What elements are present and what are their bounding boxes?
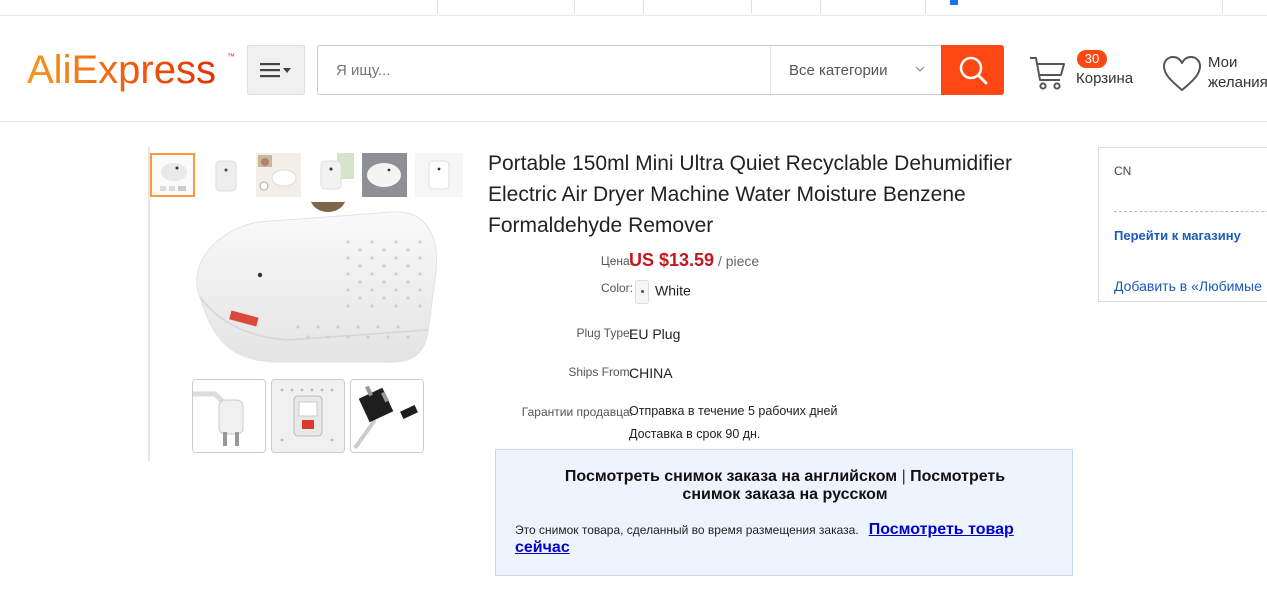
- plug-label: Plug Type:: [576, 326, 633, 340]
- go-to-store-link[interactable]: Перейти к магазину: [1114, 228, 1241, 243]
- trademark-mark: ™: [227, 52, 235, 61]
- cart-button[interactable]: 30 Корзина: [1028, 50, 1148, 100]
- ships-from-label: Ships From:: [568, 365, 633, 379]
- aliexpress-logo[interactable]: AliExpress ™: [27, 45, 237, 97]
- logo-text: AliExpress: [27, 48, 216, 92]
- snapshot-separator: |: [901, 468, 906, 485]
- store-divider: [1114, 211, 1267, 212]
- cart-icon: [1030, 57, 1065, 90]
- top-utility-bar: [0, 0, 1267, 16]
- store-country: CN: [1114, 164, 1132, 178]
- cart-label: Корзина: [1076, 70, 1134, 87]
- guarantee-label: Гарантии продавца:: [521, 405, 633, 419]
- topbar-divider: [643, 0, 644, 14]
- heart-icon: [1163, 56, 1201, 91]
- color-swatch[interactable]: [635, 280, 649, 304]
- categories-menu-button[interactable]: [247, 45, 305, 95]
- search-button[interactable]: [941, 45, 1004, 95]
- topbar-divider: [437, 0, 438, 14]
- gallery-detail-image[interactable]: [350, 379, 424, 453]
- product-info: Portable 150ml Mini Ultra Quiet Recyclab…: [488, 148, 1088, 441]
- color-label: Color:: [600, 281, 633, 295]
- cart-count-badge: 30: [1077, 50, 1107, 68]
- hamburger-menu-icon: [260, 63, 291, 78]
- site-header: AliExpress ™ Все категории: [0, 17, 1267, 122]
- order-snapshot-panel: Посмотреть снимок заказа на английском |…: [495, 449, 1073, 576]
- price-value: US $13.59: [629, 250, 715, 270]
- gallery-thumb[interactable]: [309, 153, 354, 197]
- search-bar: Все категории: [317, 45, 1004, 95]
- category-select[interactable]: Все категории: [770, 46, 942, 94]
- search-input[interactable]: [318, 46, 768, 94]
- topbar-divider: [820, 0, 821, 14]
- product-title: Portable 150ml Mini Ultra Quiet Recyclab…: [488, 152, 1013, 237]
- plug-value: EU Plug: [629, 326, 681, 342]
- wishlist-button[interactable]: Мои желания: [1162, 53, 1267, 103]
- category-select-label: Все категории: [789, 61, 888, 79]
- wishlist-label-line2: желания: [1208, 74, 1267, 91]
- gallery-thumb[interactable]: [415, 153, 463, 197]
- price-unit: / piece: [717, 253, 760, 269]
- wishlist-label: Мои желания: [1208, 53, 1267, 93]
- guarantee-line-2: Доставка в срок 90 дн.: [629, 427, 761, 441]
- search-icon: [959, 56, 987, 85]
- snapshot-english-link[interactable]: Посмотреть снимок заказа на английском: [565, 468, 897, 485]
- snapshot-note-text: Это снимок товара, сделанный во время ра…: [515, 523, 859, 537]
- snapshot-links: Посмотреть снимок заказа на английском |…: [496, 468, 1074, 504]
- gallery-thumb[interactable]: [203, 153, 248, 197]
- ships-from-value: CHINA: [629, 365, 673, 381]
- gallery-thumb[interactable]: [256, 153, 301, 197]
- gallery-thumb[interactable]: [150, 153, 195, 197]
- color-value: White: [655, 282, 691, 299]
- price-value-group: US $13.59 / piece: [629, 250, 759, 271]
- wishlist-label-line1: Мои: [1208, 54, 1238, 71]
- gallery-detail-image[interactable]: [271, 379, 345, 453]
- snapshot-note: Это снимок товара, сделанный во время ра…: [515, 521, 1060, 557]
- product-main-image[interactable]: [178, 202, 448, 372]
- gallery-detail-image[interactable]: [192, 379, 266, 453]
- chevron-down-icon: [915, 66, 925, 72]
- topbar-divider: [925, 0, 926, 14]
- product-gallery: [148, 147, 463, 461]
- color-option[interactable]: White: [635, 280, 691, 304]
- gallery-thumb[interactable]: [362, 153, 407, 197]
- store-card: CN Перейти к магазину Добавить в «Любимы…: [1098, 147, 1267, 302]
- flag-icon[interactable]: [950, 0, 958, 5]
- topbar-divider: [751, 0, 752, 14]
- guarantee-line-1: Отправка в течение 5 рабочих дней: [629, 404, 838, 418]
- add-to-favorites-link[interactable]: Добавить в «Любимые: [1114, 278, 1262, 294]
- topbar-divider: [574, 0, 575, 14]
- topbar-divider: [1222, 0, 1223, 14]
